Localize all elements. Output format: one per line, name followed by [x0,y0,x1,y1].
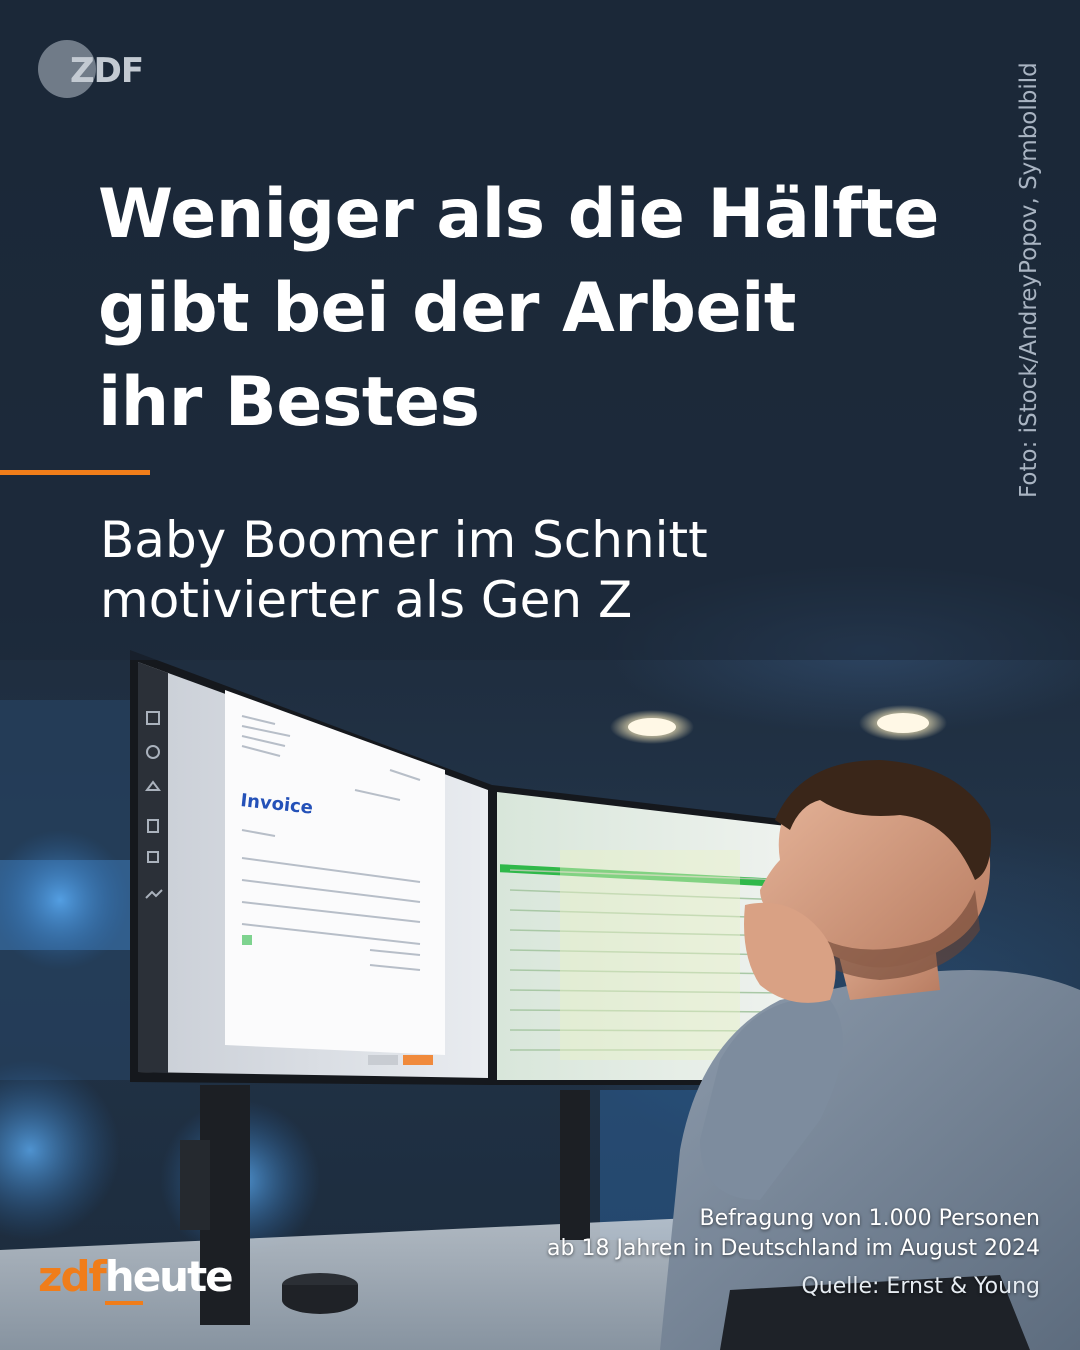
ceiling-lamp [628,718,676,736]
subheadline-line: motivierter als Gen Z [100,571,633,629]
headline-line: ihr Bestes [98,363,480,442]
source-line: Quelle: Ernst & Young [801,1274,1040,1299]
headline: Weniger als die Hälfte gibt bei der Arbe… [98,168,958,450]
zdf-logo: ZDF [38,40,144,98]
survey-note: Befragung von 1.000 Personen ab 18 Jahre… [547,1204,1040,1302]
headline-line: gibt bei der Arbeit [98,269,796,348]
ceiling-lamp [877,713,929,733]
wordmark-zdf: zdf [38,1252,107,1301]
social-post-card: Invoice ZDF Weniger als die Hälfte gibt … [0,0,1080,1350]
subheadline-line: Baby Boomer im Schnitt [100,511,708,569]
survey-line: ab 18 Jahren in Deutschland im August 20… [547,1236,1040,1261]
subheadline: Baby Boomer im Schnitt motivierter als G… [100,510,920,630]
accent-divider [0,470,150,475]
zdfheute-wordmark: zdfheute [38,1252,234,1301]
zdf-logo-text: ZDF [70,51,143,91]
wordmark-heute: heute [104,1252,234,1301]
survey-line: Befragung von 1.000 Personen [699,1206,1040,1231]
photo-credit: Foto: iStock/AndreyPopov, Symbolbild [1016,62,1042,498]
headline-line: Weniger als die Hälfte [98,175,939,254]
